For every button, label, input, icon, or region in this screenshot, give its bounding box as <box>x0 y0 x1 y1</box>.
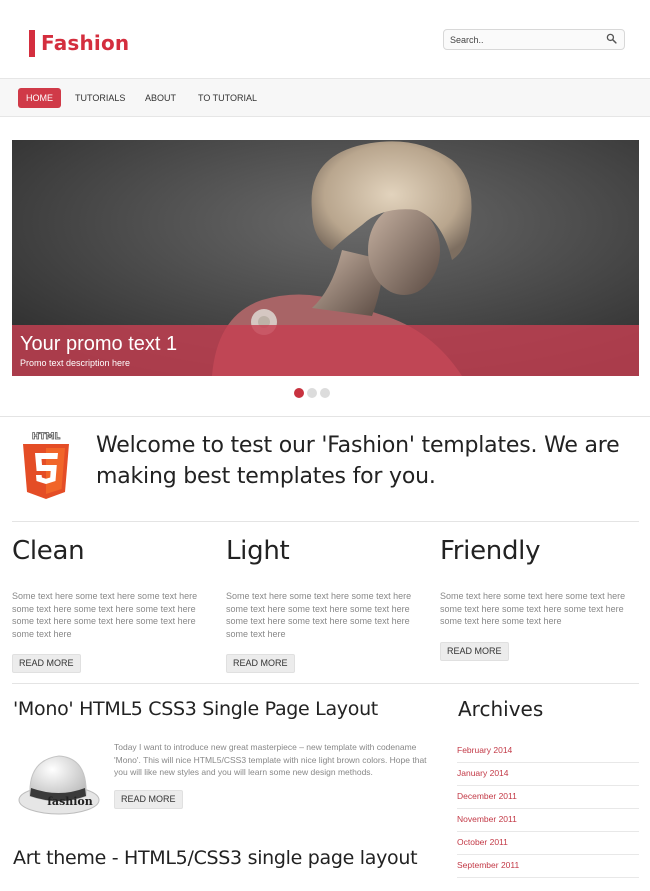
slider-pagination <box>294 388 330 398</box>
feature-text: Some text here some text here some text … <box>12 591 198 639</box>
welcome-heading: Welcome to test our 'Fashion' templates.… <box>96 433 620 489</box>
hat-label: fashion <box>47 795 93 808</box>
post-excerpt: Today I want to introduce new great mast… <box>114 742 427 777</box>
slider-dot-3[interactable] <box>320 388 330 398</box>
search-box <box>443 29 625 50</box>
search-input[interactable] <box>450 32 600 47</box>
promo-caption: Your promo text 1 Promo text description… <box>12 325 639 376</box>
divider <box>12 683 639 684</box>
nav-about[interactable]: ABOUT <box>145 88 176 108</box>
nav-to-tutorial[interactable]: TO TUTORIAL <box>198 88 257 108</box>
feature-text: Some text here some text here some text … <box>440 591 626 626</box>
divider <box>0 416 650 417</box>
feature-title: Light <box>226 536 290 566</box>
feature-light: Light Some text here some text here some… <box>226 536 426 673</box>
post-title[interactable]: 'Mono' HTML5 CSS3 Single Page Layout <box>13 698 378 720</box>
feature-text: Some text here some text here some text … <box>226 591 412 639</box>
archive-link[interactable]: December 2011 <box>457 786 639 809</box>
promo-slider[interactable]: Your promo text 1 Promo text description… <box>12 140 639 376</box>
nav-tutorials[interactable]: TUTORIALS <box>75 88 125 108</box>
logo-bar <box>29 29 35 57</box>
promo-title: Your promo text 1 <box>20 333 178 355</box>
archive-link[interactable]: January 2014 <box>457 763 639 786</box>
archive-link[interactable]: November 2011 <box>457 809 639 832</box>
feature-title: Friendly <box>440 536 541 566</box>
archive-link[interactable]: September 2011 <box>457 855 639 878</box>
feature-friendly: Friendly Some text here some text here s… <box>440 536 640 661</box>
page: Fashion HOME TUTORIALS ABOUT TO TUTORIAL <box>0 0 650 891</box>
slider-dot-2[interactable] <box>307 388 317 398</box>
nav-home[interactable]: HOME <box>18 88 61 108</box>
archive-link[interactable]: February 2014 <box>457 740 639 763</box>
html5-badge-text: HTML <box>32 432 61 442</box>
slider-dot-1[interactable] <box>294 388 304 398</box>
logo-text: Fashion <box>41 31 130 55</box>
archive-link[interactable]: October 2011 <box>457 832 639 855</box>
read-more-button[interactable]: READ MORE <box>440 641 509 661</box>
read-more-button[interactable]: READ MORE <box>12 654 81 673</box>
logo[interactable]: Fashion <box>29 29 129 57</box>
archives-list: February 2014 January 2014 December 2011… <box>457 740 639 878</box>
feature-title: Clean <box>12 536 85 566</box>
post-title-2[interactable]: Art theme - HTML5/CSS3 single page layou… <box>13 847 418 869</box>
read-more-button[interactable]: READ MORE <box>114 790 183 809</box>
html5-icon: HTML <box>23 432 69 499</box>
header: Fashion <box>0 0 650 78</box>
search-icon[interactable] <box>606 33 617 44</box>
read-more-button[interactable]: READ MORE <box>226 654 295 673</box>
promo-description: Promo text description here <box>20 358 131 368</box>
feature-clean: Clean Some text here some text here some… <box>12 536 212 673</box>
main-nav: HOME TUTORIALS ABOUT TO TUTORIAL <box>0 78 650 117</box>
hat-image: fashion <box>18 755 100 815</box>
divider <box>12 521 639 522</box>
archives-title: Archives <box>458 697 544 721</box>
